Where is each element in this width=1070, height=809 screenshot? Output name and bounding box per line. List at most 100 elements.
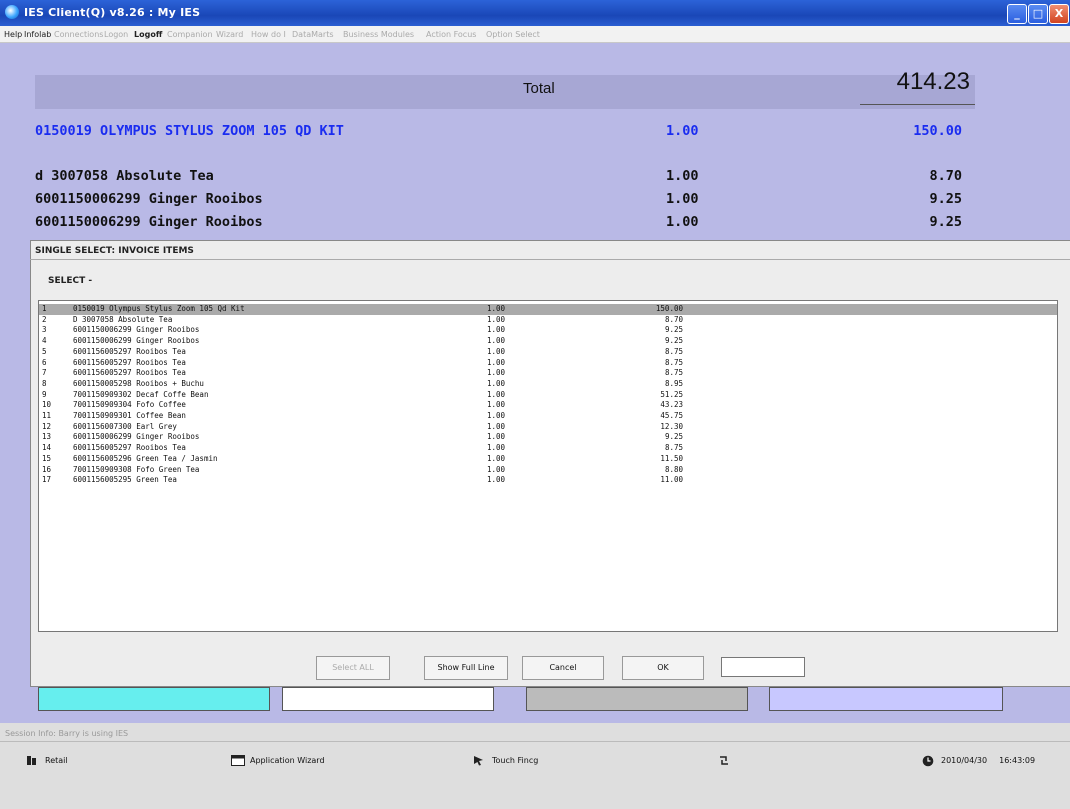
close-button[interactable]: X [1049, 4, 1069, 24]
list-item[interactable]: 6 6001156005297 Rooibos Tea 1.00 8.75 [39, 358, 1057, 369]
item-amount: 43.23 [660, 400, 683, 410]
total-value: 414.23 [896, 68, 970, 95]
item-amount: 8.75 [664, 346, 683, 356]
menu-connections[interactable]: Connections [54, 30, 103, 39]
menu-help[interactable]: Help [4, 30, 22, 39]
menu-business-modules[interactable]: Business Modules [343, 30, 414, 39]
item-quantity: 1.00 [486, 464, 505, 474]
invoice-line-desc: 6001150006299 Ginger Rooibos [35, 214, 263, 230]
list-item[interactable]: 16 7001150909308 Fofo Green Tea 1.00 8.80 [39, 465, 1057, 476]
select-label: SELECT - [48, 276, 93, 286]
menu-logoff[interactable]: Logoff [134, 30, 162, 39]
menu-datamarts[interactable]: DataMarts [292, 30, 334, 39]
item-amount: 8.70 [664, 314, 683, 324]
item-number: 13 [42, 432, 52, 442]
window-icon [231, 755, 245, 766]
item-description: 6001156007300 Earl Grey [73, 421, 177, 431]
item-description: 6001156005295 Green Tea [73, 475, 177, 485]
item-number: 7 [42, 368, 47, 378]
maximize-button[interactable]: □ [1028, 4, 1048, 24]
menu-bar: Help Infolab Connections Logon Logoff Co… [0, 26, 1070, 43]
invoice-line-amount: 150.00 [913, 123, 962, 139]
item-number: 8 [42, 378, 47, 388]
item-number: 16 [42, 464, 52, 474]
touch-fincg-button[interactable]: Touch Fincg [473, 755, 538, 766]
menu-companion[interactable]: Companion [167, 30, 213, 39]
menu-wizard[interactable]: Wizard [216, 30, 243, 39]
cancel-button[interactable]: Cancel [522, 656, 604, 680]
pointer-icon [473, 755, 485, 766]
session-info: Session Info: Barry is using IES [5, 729, 129, 738]
list-item[interactable]: 7 6001156005297 Rooibos Tea 1.00 8.75 [39, 368, 1057, 379]
list-item[interactable]: 14 6001156005297 Rooibos Tea 1.00 8.75 [39, 443, 1057, 454]
item-quantity: 1.00 [486, 432, 505, 442]
menu-logon[interactable]: Logon [104, 30, 128, 39]
item-number: 11 [42, 411, 52, 420]
item-description: 7001150909301 Coffee Bean [73, 411, 186, 420]
item-quantity: 1.00 [486, 443, 505, 453]
item-amount: 11.50 [660, 453, 683, 463]
time-label: 16:43:09 [999, 756, 1036, 765]
item-description: 6001150006299 Ginger Rooibos [73, 336, 200, 346]
item-amount: 8.75 [664, 368, 683, 378]
item-number: 3 [42, 325, 47, 335]
select-all-button[interactable]: Select ALL [316, 656, 390, 680]
clock-icon [922, 755, 934, 767]
menu-infolab[interactable]: Infolab [24, 30, 51, 39]
menu-action-focus[interactable]: Action Focus [426, 30, 476, 39]
item-amount: 9.25 [664, 336, 683, 346]
list-item[interactable]: 10 7001150909304 Fofo Coffee 1.00 43.23 [39, 400, 1057, 411]
menu-option-select[interactable]: Option Select [486, 30, 540, 39]
list-item[interactable]: 15 6001156005296 Green Tea / Jasmin 1.00 11… [39, 454, 1057, 465]
list-item[interactable]: 13 6001150006299 Ginger Rooibos 1.00 9.25 [39, 432, 1057, 443]
total-underline [860, 104, 975, 105]
item-amount: 9.25 [664, 325, 683, 335]
date-label: 2010/04/30 [941, 756, 988, 765]
dialog-input-field[interactable] [721, 657, 805, 677]
list-item[interactable]: 12 6001156007300 Earl Grey 1.00 12.30 [39, 422, 1057, 433]
strip-grey [526, 687, 748, 711]
item-description: 6001156005297 Rooibos Tea [73, 357, 186, 367]
item-amount: 150.00 [655, 304, 683, 313]
minimize-button[interactable]: _ [1007, 4, 1027, 24]
show-full-line-button[interactable]: Show Full Line [424, 656, 508, 680]
sync-button[interactable] [718, 755, 737, 766]
item-description: 6001150006299 Ginger Rooibos [73, 432, 200, 442]
invoice-items-list[interactable]: 1 0150019 Olympus Stylus Zoom 105 Qd Kit 1… [38, 300, 1058, 632]
list-item[interactable]: 5 6001156005297 Rooibos Tea 1.00 8.75 [39, 347, 1057, 358]
menu-how-do-i[interactable]: How do I [251, 30, 286, 39]
list-item[interactable]: 2 D 3007058 Absolute Tea 1.00 8.70 [39, 315, 1057, 326]
list-item[interactable]: 1 0150019 Olympus Stylus Zoom 105 Qd Kit 1… [39, 304, 1057, 315]
item-number: 14 [42, 443, 52, 453]
status-divider [0, 741, 1070, 742]
item-number: 9 [42, 389, 47, 399]
item-quantity: 1.00 [486, 475, 505, 485]
item-amount: 12.30 [660, 421, 683, 431]
item-description: 6001150006299 Ginger Rooibos [73, 325, 200, 335]
invoice-line-qty: 1.00 [666, 168, 699, 184]
item-number: 10 [42, 400, 52, 410]
list-item[interactable]: 9 7001150909302 Decaf Coffe Bean 1.00 51.25 [39, 390, 1057, 401]
ok-button[interactable]: OK [622, 656, 704, 680]
item-description: 6001156005297 Rooibos Tea [73, 346, 186, 356]
list-item[interactable]: 11 7001150909301 Coffee Bean 1.00 45.75 [39, 411, 1057, 422]
item-quantity: 1.00 [486, 421, 505, 431]
strip-white [282, 687, 494, 711]
app-globe-icon [5, 5, 19, 19]
strip-lavender [769, 687, 1003, 711]
invoice-line-qty: 1.00 [666, 214, 699, 230]
item-amount: 11.00 [660, 475, 683, 485]
application-wizard-button[interactable]: Application Wizard [231, 755, 325, 766]
invoice-line-desc: 6001150006299 Ginger Rooibos [35, 191, 263, 207]
item-quantity: 1.00 [486, 400, 505, 410]
dialog-title: SINGLE SELECT: INVOICE ITEMS [35, 246, 194, 256]
item-amount: 9.25 [664, 432, 683, 442]
retail-button[interactable]: Retail [26, 755, 68, 766]
sync-icon [718, 755, 730, 766]
dialog-divider [30, 259, 1070, 260]
list-item[interactable]: 4 6001150006299 Ginger Rooibos 1.00 9.25 [39, 336, 1057, 347]
list-item[interactable]: 3 6001150006299 Ginger Rooibos 1.00 9.25 [39, 325, 1057, 336]
list-item[interactable]: 8 6001150005298 Rooibos + Buchu 1.00 8.95 [39, 379, 1057, 390]
list-item[interactable]: 17 6001156005295 Green Tea 1.00 11.00 [39, 475, 1057, 486]
item-quantity: 1.00 [486, 336, 505, 346]
